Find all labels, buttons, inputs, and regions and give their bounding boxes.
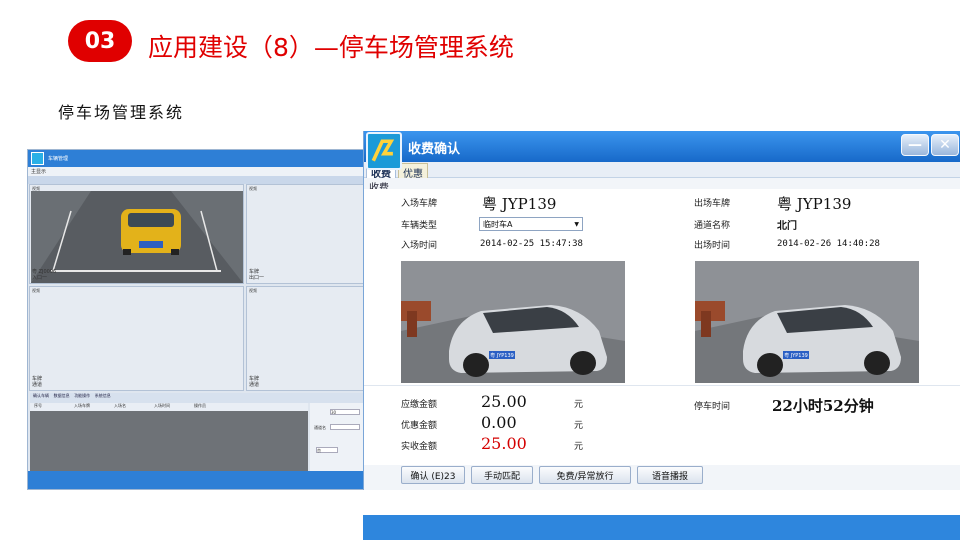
- mini-channel-text: 入口一: [32, 275, 48, 281]
- discount-amount-unit: 元: [574, 421, 584, 431]
- mini-vehicle-table: 序号 入场车牌 入场名 入场时间 操作员: [30, 403, 308, 471]
- mini-table-header: 序号 入场车牌 入场名 入场时间 操作员: [30, 403, 308, 411]
- parking-duration-value: 22小时52分钟: [772, 397, 874, 415]
- mini-select[interactable]: 京: [316, 447, 338, 453]
- app-logo-icon: [366, 132, 402, 170]
- entry-time-label: 入场时间: [401, 241, 438, 251]
- entry-plate-label: 入场车牌: [401, 199, 438, 209]
- channel-name-label: 通道名称: [694, 221, 731, 231]
- app-logo-icon: [31, 152, 44, 165]
- mini-window-title: 车辆管理: [48, 156, 69, 162]
- due-amount-value: 25.00: [481, 392, 527, 411]
- exit-plate-value: 粤 JYP139: [777, 195, 852, 213]
- paid-amount-value: 25.00: [481, 434, 527, 453]
- mini-tab[interactable]: 系统信息: [95, 393, 111, 398]
- vehicle-type-label: 车辆类型: [401, 221, 438, 231]
- dialog-titlebar[interactable]: 收费确认 — ✕: [364, 131, 960, 162]
- photo-plate-text: 粤 JYP139: [784, 352, 808, 359]
- dialog-title: 收费确认: [408, 142, 461, 157]
- mini-col-header: 入场时间: [154, 403, 170, 408]
- exit-time-label: 出场时间: [694, 241, 731, 251]
- vehicle-type-value: 临时车A: [483, 220, 513, 229]
- mini-pane-plate-info: 粤 ZJ0096 入口一: [32, 269, 56, 281]
- mini-pane-bottom-info: 车牌 通道: [249, 376, 259, 388]
- mini-camera-pane-exit: 视频 车牌 出口一: [246, 184, 363, 284]
- mini-channel-label: 通道名: [314, 425, 326, 430]
- mini-bottom-label: 通道: [32, 382, 43, 388]
- mini-select-value: 京: [317, 448, 321, 453]
- photo-plate-text: 粤 JYP139: [490, 352, 514, 359]
- exit-time-value: 2014-02-26 14:40:28: [777, 239, 880, 249]
- paid-amount-label: 实收金额: [401, 442, 438, 452]
- mini-tab-bar: 确认车辆 数据信息 功能操作 系统信息: [30, 393, 363, 403]
- manual-match-button[interactable]: 手动匹配: [471, 466, 533, 484]
- mini-channel-input[interactable]: [330, 424, 360, 430]
- mini-menu-bar: 主显示: [28, 167, 363, 176]
- slide-subtitle: 停车场管理系统: [58, 103, 185, 122]
- discount-amount-value: 0.00: [481, 413, 517, 432]
- vehicle-type-select[interactable]: 临时车A ▼: [479, 217, 583, 231]
- confirm-button[interactable]: 确认 (E)23: [401, 466, 465, 484]
- minimize-icon[interactable]: —: [901, 134, 929, 156]
- discount-amount-label: 优惠金额: [401, 421, 438, 431]
- tab-discount[interactable]: 优惠: [398, 163, 428, 180]
- mini-camera-pane-entry: 视频 粤 ZJ0096 入口一: [29, 184, 244, 284]
- mini-col-header: 入场车牌: [74, 403, 90, 408]
- due-amount-unit: 元: [574, 400, 584, 410]
- mini-titlebar: 车辆管理: [28, 150, 363, 167]
- exit-plate-label: 出场车牌: [694, 199, 731, 209]
- dialog-bottom-strip: [363, 515, 960, 540]
- mini-field-value: 30: [331, 410, 337, 415]
- exit-vehicle-photo: 粤 JYP139: [695, 261, 919, 383]
- fee-confirm-dialog: 收费确认 — ✕ 收费 优惠 收费 入场车牌 粤 JYP139 车辆类型 临时车…: [363, 131, 960, 490]
- section-number-badge: 03: [68, 20, 132, 62]
- mini-statusbar: [28, 471, 363, 489]
- mini-col-header: 入场名: [114, 403, 126, 408]
- parking-duration-label: 停车时间: [694, 402, 731, 412]
- mini-toolbar: [28, 176, 363, 184]
- entry-time-value: 2014-02-25 15:47:38: [480, 239, 583, 249]
- mini-camera-pane-3: 视频 车牌 通道: [29, 286, 244, 391]
- due-amount-label: 应缴金额: [401, 400, 438, 410]
- dialog-tabbar: 收费 优惠: [364, 162, 960, 180]
- mini-pane-caption: 视频: [32, 288, 40, 293]
- mini-side-label: 出口一: [249, 275, 265, 281]
- mini-tab[interactable]: 确认车辆: [33, 393, 49, 398]
- mini-pane-caption: 视频: [249, 186, 257, 191]
- mini-tab[interactable]: 功能操作: [74, 393, 90, 398]
- free-release-button[interactable]: 免费/异常放行: [539, 466, 631, 484]
- close-icon[interactable]: ✕: [931, 134, 959, 156]
- mini-pane-caption: 视频: [249, 288, 257, 293]
- mini-pane-side-info: 车牌 出口一: [249, 269, 264, 281]
- voice-broadcast-button[interactable]: 语音播报: [637, 466, 703, 484]
- mini-side-panel: 30 通道名 京: [310, 403, 363, 471]
- mini-menu-item[interactable]: 主显示: [31, 168, 46, 175]
- mini-tab[interactable]: 数据信息: [54, 393, 70, 398]
- mini-bottom-label: 通道: [249, 382, 260, 388]
- channel-name-value: 北门: [777, 221, 797, 232]
- mini-app-screenshot: 车辆管理 主显示 视频 粤 ZJ0096 入口一 视频 车牌 出口一 视频 车牌…: [27, 149, 364, 490]
- mini-pane-bottom-info: 车牌 通道: [32, 376, 42, 388]
- mini-camera-image: [31, 191, 243, 283]
- mini-col-header: 序号: [34, 403, 42, 408]
- entry-vehicle-photo: 粤 JYP139: [401, 261, 625, 383]
- paid-amount-unit: 元: [574, 442, 584, 452]
- chevron-down-icon: ▼: [574, 221, 579, 228]
- mini-field[interactable]: 30: [330, 409, 360, 415]
- entry-plate-value: 粤 JYP139: [482, 195, 557, 213]
- mini-col-header: 操作员: [194, 403, 206, 408]
- mini-camera-pane-4: 视频 车牌 通道: [246, 286, 363, 391]
- slide-title: 应用建设（8）—停车场管理系统: [148, 33, 514, 62]
